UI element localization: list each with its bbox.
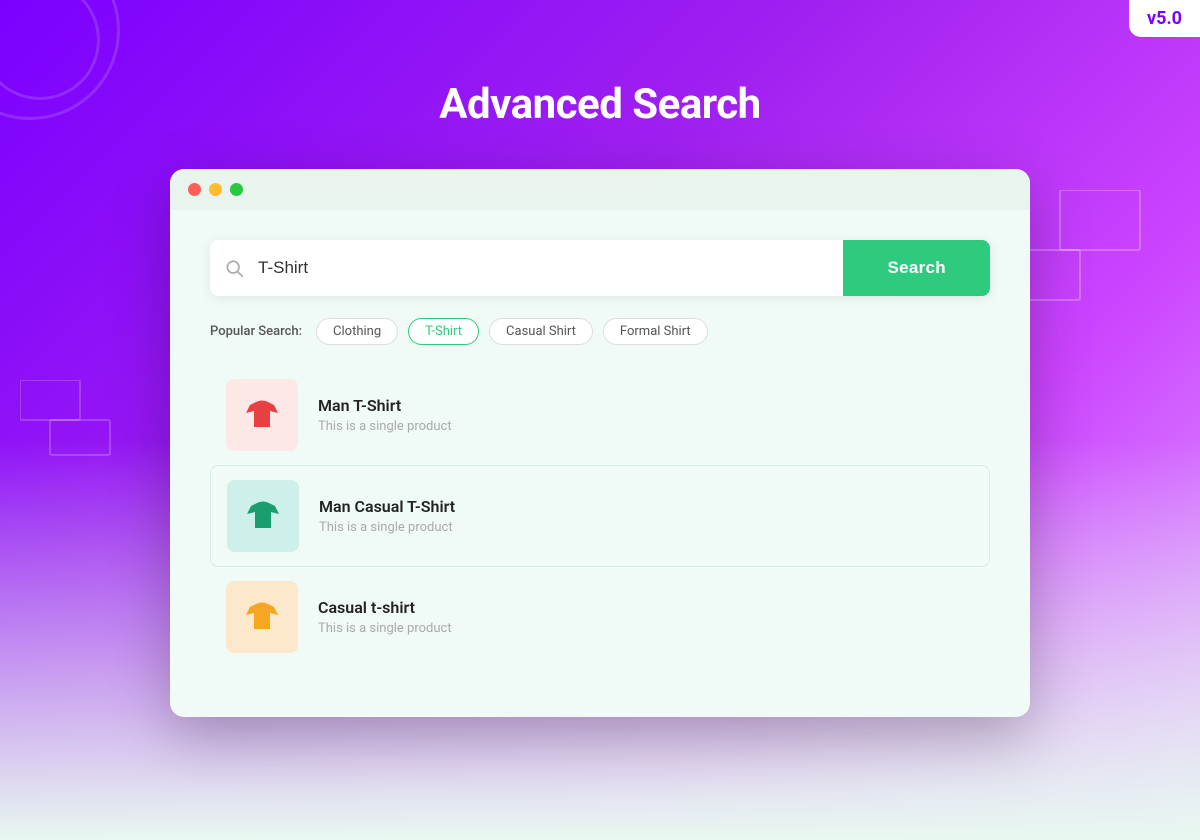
- product-thumb-2: [227, 480, 299, 552]
- product-thumb-1: [226, 379, 298, 451]
- search-button[interactable]: Search: [843, 240, 990, 296]
- tshirt-icon-2: [243, 496, 283, 536]
- product-name-2: Man Casual T-Shirt: [319, 497, 455, 516]
- search-bar: Search: [210, 240, 990, 296]
- product-item-2[interactable]: Man Casual T-Shirt This is a single prod…: [210, 465, 990, 567]
- traffic-light-close[interactable]: [188, 183, 201, 196]
- product-desc-3: This is a single product: [318, 621, 452, 636]
- browser-window: Search Popular Search: Clothing T-Shirt …: [170, 169, 1030, 717]
- bg-decoration-stair-left: [20, 380, 120, 464]
- product-name-3: Casual t-shirt: [318, 598, 452, 617]
- product-name-1: Man T-Shirt: [318, 396, 452, 415]
- product-info-3: Casual t-shirt This is a single product: [318, 598, 452, 636]
- traffic-light-minimize[interactable]: [209, 183, 222, 196]
- tag-casual-shirt[interactable]: Casual Shirt: [489, 318, 593, 345]
- tag-tshirt[interactable]: T-Shirt: [408, 318, 479, 345]
- traffic-light-maximize[interactable]: [230, 183, 243, 196]
- product-list: Man T-Shirt This is a single product Man…: [210, 365, 990, 667]
- browser-titlebar: [170, 169, 1030, 210]
- product-item-1[interactable]: Man T-Shirt This is a single product: [210, 365, 990, 465]
- browser-content: Search Popular Search: Clothing T-Shirt …: [170, 210, 1030, 717]
- product-item-3[interactable]: Casual t-shirt This is a single product: [210, 567, 990, 667]
- search-input[interactable]: [258, 240, 843, 296]
- search-icon-wrap: [210, 258, 258, 278]
- version-badge: v5.0: [1129, 0, 1200, 37]
- product-info-2: Man Casual T-Shirt This is a single prod…: [319, 497, 455, 535]
- tag-clothing[interactable]: Clothing: [316, 318, 398, 345]
- page-title: Advanced Search: [0, 0, 1200, 129]
- popular-label: Popular Search:: [210, 324, 302, 339]
- product-desc-2: This is a single product: [319, 520, 455, 535]
- product-desc-1: This is a single product: [318, 419, 452, 434]
- tshirt-icon-1: [242, 395, 282, 435]
- popular-search-row: Popular Search: Clothing T-Shirt Casual …: [210, 318, 990, 345]
- search-icon: [224, 258, 244, 278]
- product-thumb-3: [226, 581, 298, 653]
- product-info-1: Man T-Shirt This is a single product: [318, 396, 452, 434]
- tshirt-icon-3: [242, 597, 282, 637]
- tag-formal-shirt[interactable]: Formal Shirt: [603, 318, 708, 345]
